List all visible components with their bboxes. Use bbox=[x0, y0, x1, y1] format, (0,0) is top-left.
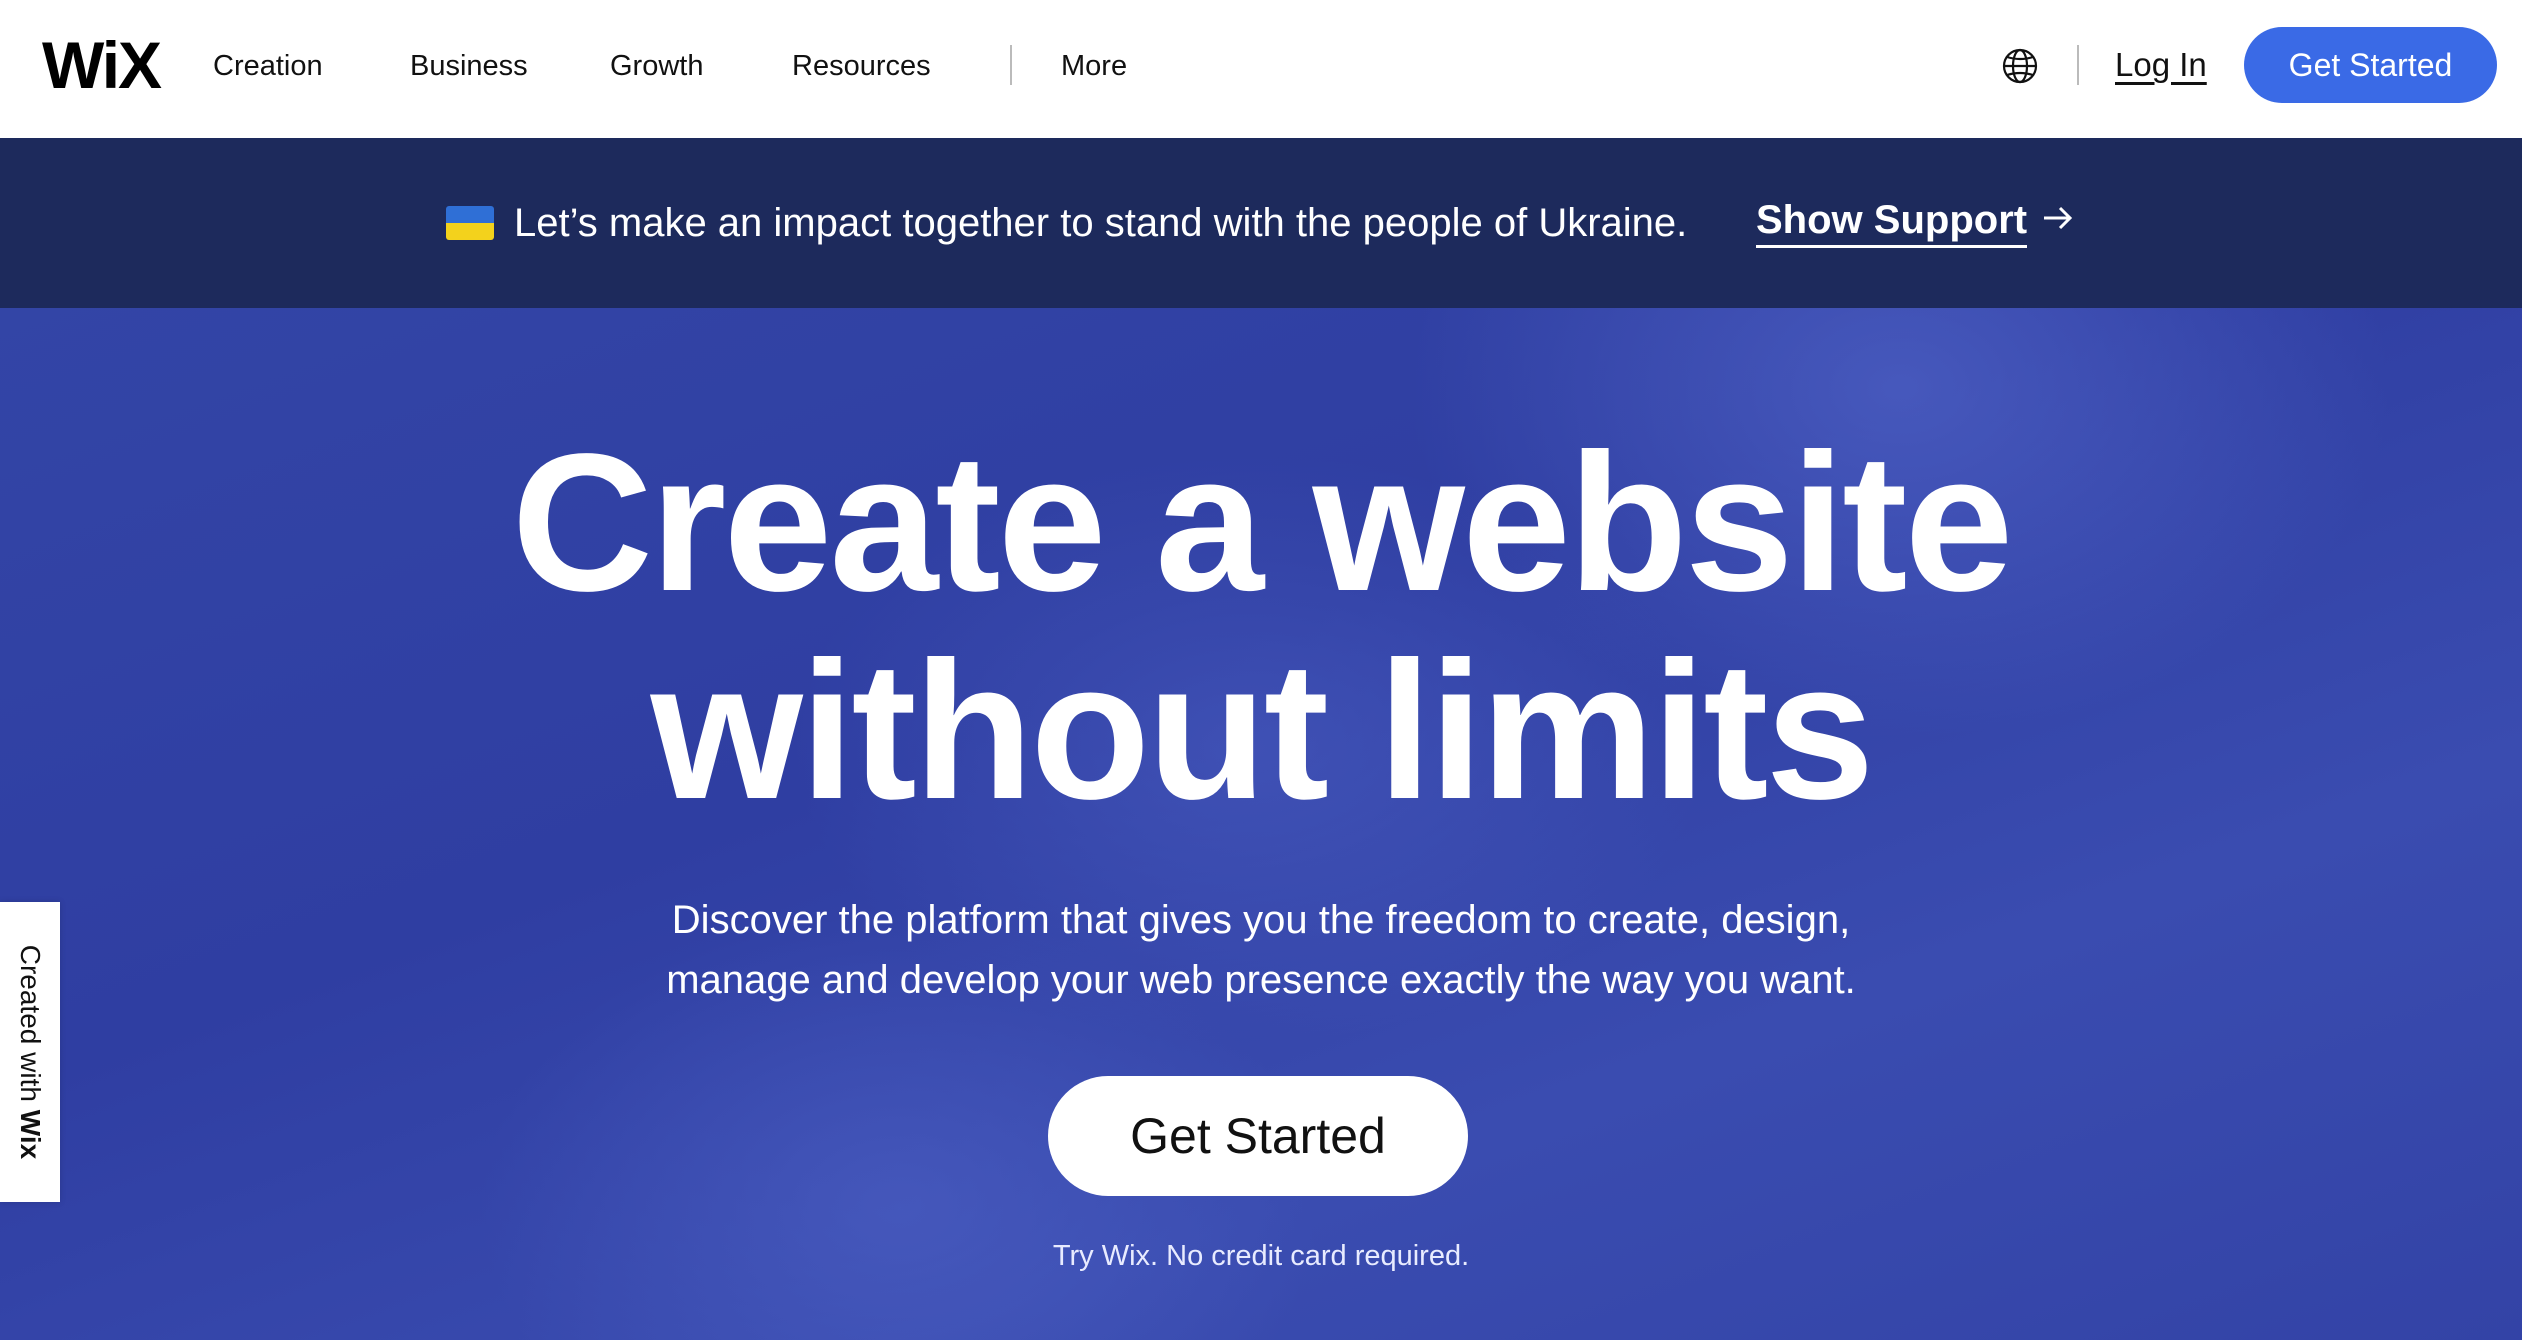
hero-subtext-line1: Discover the platform that gives you the… bbox=[671, 898, 1851, 942]
login-divider bbox=[2077, 45, 2079, 85]
hero-headline-line2: without limits bbox=[650, 621, 1875, 840]
login-link[interactable]: Log In bbox=[2115, 42, 2207, 88]
created-with-prefix: Created with bbox=[15, 944, 46, 1102]
nav-divider bbox=[1010, 45, 1012, 85]
created-with-wix-label: Created with Wix bbox=[10, 902, 50, 1202]
show-support-link[interactable]: Show Support bbox=[1756, 194, 2028, 248]
hero-section: Create a website without limits Discover… bbox=[0, 308, 2522, 1340]
nav-item-creation[interactable]: Creation bbox=[213, 44, 323, 88]
nav-item-more[interactable]: More bbox=[1061, 44, 1127, 88]
show-support-underline bbox=[1756, 245, 2028, 248]
created-with-wix-tab[interactable]: Created with Wix bbox=[0, 902, 60, 1202]
nav-item-growth[interactable]: Growth bbox=[610, 44, 703, 88]
banner-text: Let’s make an impact together to stand w… bbox=[514, 201, 1688, 245]
hero-headline-line1: Create a website bbox=[511, 413, 2014, 632]
ukraine-flag-icon bbox=[446, 206, 494, 240]
top-nav: WiX Creation Business Growth Resources M… bbox=[0, 0, 2522, 138]
get-started-hero-button[interactable]: Get Started bbox=[1048, 1076, 1468, 1196]
no-credit-card-note: Try Wix. No credit card required. bbox=[1052, 1240, 1470, 1272]
get-started-nav-button[interactable]: Get Started bbox=[2244, 27, 2497, 103]
ukraine-banner: Let’s make an impact together to stand w… bbox=[0, 138, 2522, 308]
nav-item-resources[interactable]: Resources bbox=[792, 44, 931, 88]
arrow-right-icon[interactable] bbox=[2040, 196, 2076, 240]
wix-logo[interactable]: WiX bbox=[42, 30, 162, 100]
hero-subtext-line2: manage and develop your web presence exa… bbox=[666, 958, 1856, 1002]
created-with-brand: Wix bbox=[15, 1109, 46, 1160]
show-support-label: Show Support bbox=[1756, 198, 2028, 242]
globe-icon[interactable] bbox=[2001, 47, 2039, 85]
nav-item-business[interactable]: Business bbox=[410, 44, 528, 88]
